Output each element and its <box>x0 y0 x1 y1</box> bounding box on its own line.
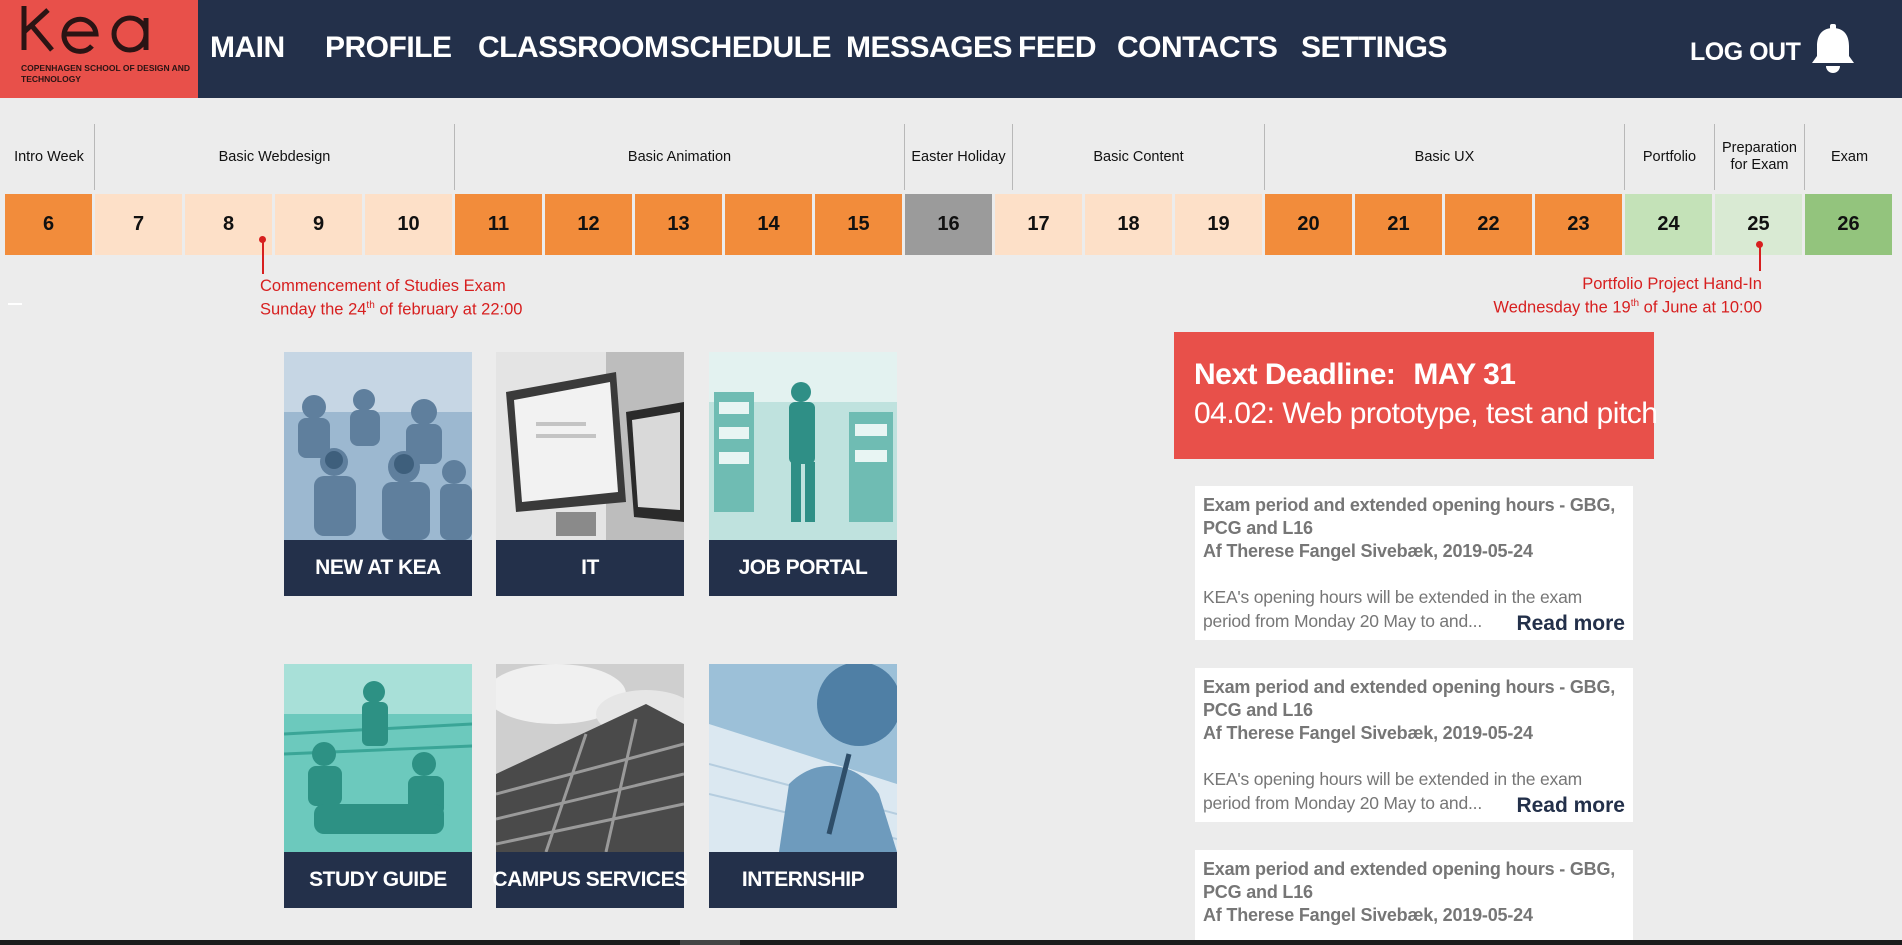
tile-image <box>284 352 472 540</box>
tile-image <box>709 664 897 852</box>
tile-image <box>496 664 684 852</box>
news-item[interactable]: Exam period and extended opening hours -… <box>1195 668 1633 822</box>
phase-preparation-for-exam: Preparation for Exam <box>1714 124 1804 190</box>
deadline-task: 04.02: Web prototype, test and pitch <box>1194 397 1658 430</box>
tile-internship[interactable]: INTERNSHIP <box>709 664 897 908</box>
event-date: Wednesday the 19th of June at 10:00 <box>1493 298 1762 317</box>
divider <box>8 303 22 305</box>
news-title: Exam period and extended opening hours -… <box>1203 677 1616 720</box>
tile-label: CAMPUS SERVICES <box>492 852 688 908</box>
news-author: Af Therese Fangel Sivebæk, 2019-05-24 <box>1203 723 1533 743</box>
week-cell[interactable]: 24 <box>1625 194 1712 255</box>
week-cell[interactable]: 8 <box>185 194 272 255</box>
nav-classroom[interactable]: CLASSROOM <box>478 28 669 68</box>
week-cell[interactable]: 14 <box>725 194 812 255</box>
read-more-link[interactable]: Read more <box>1516 793 1625 819</box>
phase-intro-week: Intro Week <box>14 148 84 165</box>
event-note-commencement-exam: Commencement of Studies Exam Sunday the … <box>260 276 580 320</box>
week-cell[interactable]: 12 <box>545 194 632 255</box>
tile-image <box>284 664 472 852</box>
week-cell[interactable]: 13 <box>635 194 722 255</box>
week-cell[interactable]: 11 <box>455 194 542 255</box>
event-marker-line <box>262 238 264 274</box>
week-cell[interactable]: 26 <box>1805 194 1892 255</box>
read-more-link[interactable]: Read more <box>1516 611 1625 637</box>
bell-icon[interactable] <box>1810 24 1856 74</box>
nav-schedule[interactable]: SCHEDULE <box>670 28 832 68</box>
nav-feed[interactable]: FEED <box>1018 28 1097 68</box>
tile-image <box>496 352 684 540</box>
tile-label: STUDY GUIDE <box>284 852 472 908</box>
week-cell[interactable]: 9 <box>275 194 362 255</box>
nav-profile[interactable]: PROFILE <box>325 28 452 68</box>
week-cell[interactable]: 16 <box>905 194 992 255</box>
phase-basic-webdesign: Basic Webdesign <box>94 124 454 190</box>
phase-portfolio: Portfolio <box>1624 124 1714 190</box>
news-author: Af Therese Fangel Sivebæk, 2019-05-24 <box>1203 905 1533 925</box>
scrollbar-thumb[interactable] <box>680 940 740 945</box>
news-item[interactable]: Exam period and extended opening hours -… <box>1195 850 1633 940</box>
phase-basic-content: Basic Content <box>1012 124 1264 190</box>
news-item[interactable]: Exam period and extended opening hours -… <box>1195 486 1633 640</box>
tile-image <box>709 352 897 540</box>
logo-wordmark <box>18 4 178 65</box>
top-navigation-bar: COPENHAGEN SCHOOL OF DESIGN AND TECHNOLO… <box>0 0 1902 98</box>
tile-study-guide[interactable]: STUDY GUIDE <box>284 664 472 908</box>
phase-exam: Exam <box>1804 124 1894 190</box>
week-cell[interactable]: 19 <box>1175 194 1262 255</box>
phase-basic-ux: Basic UX <box>1264 124 1624 190</box>
event-marker-line <box>1759 243 1761 271</box>
logo-mark-icon <box>21 6 149 54</box>
nav-messages[interactable]: MESSAGES <box>846 28 1013 68</box>
week-cell[interactable]: 22 <box>1445 194 1532 255</box>
kea-logo[interactable]: COPENHAGEN SCHOOL OF DESIGN AND TECHNOLO… <box>0 0 198 98</box>
week-cell[interactable]: 18 <box>1085 194 1172 255</box>
news-title: Exam period and extended opening hours -… <box>1203 859 1616 902</box>
tile-job-portal[interactable]: JOB PORTAL <box>709 352 897 596</box>
week-cell[interactable]: 20 <box>1265 194 1352 255</box>
tile-new-at-kea[interactable]: NEW AT KEA <box>284 352 472 596</box>
tile-it[interactable]: IT <box>496 352 684 596</box>
week-cell[interactable]: 7 <box>95 194 182 255</box>
tile-label: IT <box>496 540 684 596</box>
logout-button[interactable]: LOG OUT <box>1690 36 1801 68</box>
week-cell[interactable]: 15 <box>815 194 902 255</box>
tile-label: INTERNSHIP <box>709 852 897 908</box>
nav-settings[interactable]: SETTINGS <box>1301 28 1448 68</box>
tile-label: JOB PORTAL <box>709 540 897 596</box>
logo-tagline: COPENHAGEN SCHOOL OF DESIGN AND TECHNOLO… <box>21 63 191 84</box>
event-title: Portfolio Project Hand-In <box>1582 275 1762 293</box>
phase-basic-animation: Basic Animation <box>454 124 904 190</box>
week-cell[interactable]: 10 <box>365 194 452 255</box>
horizontal-scrollbar[interactable] <box>0 940 1902 945</box>
news-author: Af Therese Fangel Sivebæk, 2019-05-24 <box>1203 541 1533 561</box>
event-note-portfolio-hand-in: Portfolio Project Hand-In Wednesday the … <box>1440 274 1762 318</box>
news-title: Exam period and extended opening hours -… <box>1203 495 1616 538</box>
week-cell[interactable]: 17 <box>995 194 1082 255</box>
week-cell[interactable]: 21 <box>1355 194 1442 255</box>
next-deadline-card[interactable]: Next Deadline: MAY 31 04.02: Web prototyp… <box>1174 332 1658 459</box>
deadline-date: MAY 31 <box>1413 358 1516 391</box>
tile-label: NEW AT KEA <box>284 540 472 596</box>
nav-contacts[interactable]: CONTACTS <box>1117 28 1278 68</box>
phase-easter-holiday: Easter Holiday <box>904 124 1012 190</box>
event-title: Commencement of Studies Exam <box>260 277 506 295</box>
event-date: Sunday the 24th of february at 22:00 <box>260 300 523 319</box>
deadline-heading: Next Deadline: MAY 31 <box>1194 358 1516 391</box>
week-cell[interactable]: 23 <box>1535 194 1622 255</box>
nav-main[interactable]: MAIN <box>210 28 285 68</box>
tile-campus-services[interactable]: CAMPUS SERVICES <box>492 664 688 908</box>
week-cell[interactable]: 6 <box>5 194 92 255</box>
